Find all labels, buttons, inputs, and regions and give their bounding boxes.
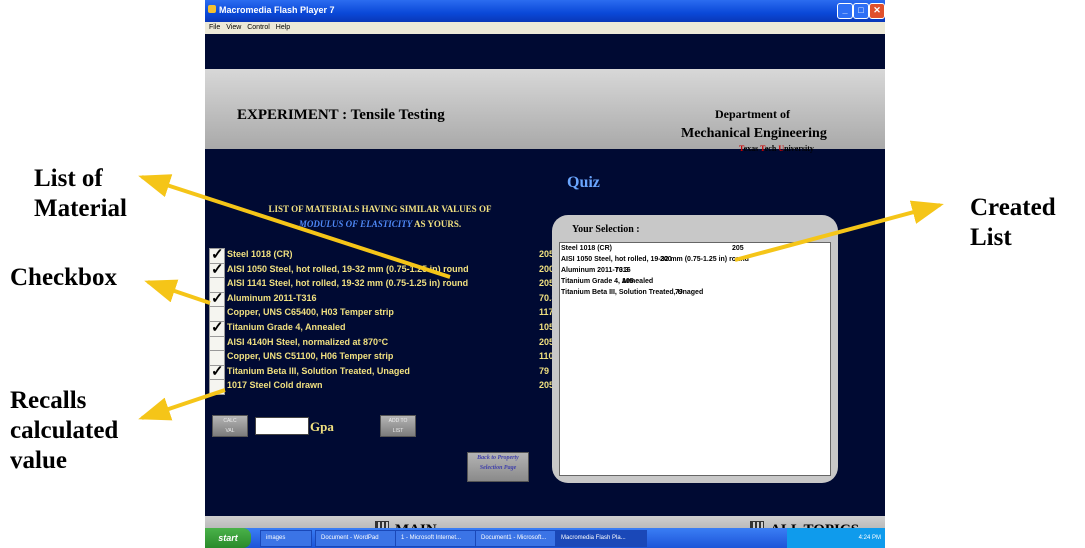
arrow-created-list [734,200,944,262]
arrow-recalls [138,388,226,421]
arrow-list [138,174,451,279]
arrow-checkbox [144,279,211,305]
annotation-arrows [138,174,944,421]
